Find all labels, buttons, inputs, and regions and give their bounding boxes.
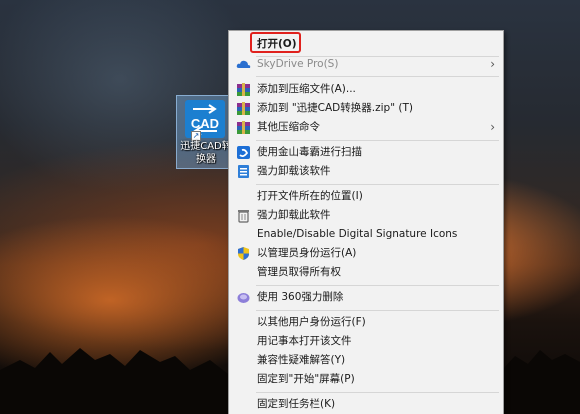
menu-item-run-as-admin[interactable]: 以管理员身份运行(A) [231,244,501,263]
cad-glyph-text: CAD [190,116,220,131]
menu-item-360-force-delete[interactable]: 使用 360强力删除 [231,288,501,307]
menu-item-label: 其他压缩命令 [257,121,320,133]
menu-item-label: 打开文件所在的位置(I) [257,190,363,202]
menu-item-open-file-location[interactable]: 打开文件所在的位置(I) [231,187,501,206]
uac-shield-icon [236,246,251,261]
winrar-icon [236,101,251,116]
menu-item-skydrive-pro[interactable]: SkyDrive Pro(S) › [231,55,501,74]
menu-item-other-compress[interactable]: 其他压缩命令 › [231,118,501,137]
menu-item-label: Enable/Disable Digital Signature Icons [257,228,458,240]
menu-item-compatibility-troubleshoot[interactable]: 兼容性疑难解答(Y) [231,351,501,370]
menu-item-label: 以管理员身份运行(A) [257,247,357,259]
menu-separator [256,392,499,393]
menu-item-label: 以其他用户身份运行(F) [257,316,366,328]
menu-item-label: 强力卸载该软件 [257,165,331,177]
winrar-icon [236,82,251,97]
menu-item-label: 强力卸载此软件 [257,209,331,221]
menu-separator [256,184,499,185]
menu-item-force-uninstall-app[interactable]: 强力卸载该软件 [231,162,501,181]
menu-item-label: 兼容性疑难解答(Y) [257,354,346,366]
submenu-arrow-icon: › [490,120,495,134]
menu-item-label: 添加到 "迅捷CAD转换器.zip" (T) [257,102,413,114]
menu-item-force-uninstall-software[interactable]: 强力卸载此软件 [231,206,501,225]
context-menu: 打开(O) SkyDrive Pro(S) › 添加到压缩文件(A)... 添加… [228,30,504,414]
menu-item-label: 固定到"开始"屏幕(P) [257,373,355,385]
menu-item-open[interactable]: 打开(O) [231,35,501,54]
menu-item-kingsoft-scan[interactable]: 使用金山毒霸进行扫描 [231,143,501,162]
menu-item-label: 使用 360强力删除 [257,291,344,303]
menu-separator [256,76,499,77]
menu-item-label: SkyDrive Pro(S) [257,58,339,70]
menu-item-label: 管理员取得所有权 [257,266,341,278]
menu-item-add-to-zip[interactable]: 添加到 "迅捷CAD转换器.zip" (T) [231,99,501,118]
menu-item-label: 用记事本打开该文件 [257,335,352,347]
menu-separator [256,140,499,141]
cad-converter-shortcut[interactable]: CAD ↗ 迅捷CAD转换器 [176,95,234,169]
menu-item-open-with-notepad[interactable]: 用记事本打开该文件 [231,332,501,351]
menu-separator [256,285,499,286]
kingsoft-antivirus-icon [236,145,251,160]
winrar-icon [236,120,251,135]
menu-item-pin-to-taskbar[interactable]: 固定到任务栏(K) [231,395,501,414]
menu-separator [256,310,499,311]
menu-item-label: 添加到压缩文件(A)... [257,83,356,95]
cloud-icon [236,57,251,72]
submenu-arrow-icon: › [490,57,495,71]
desktop-icon-label: 迅捷CAD转换器 [180,141,232,165]
menu-item-label: 打开(O) [257,38,297,50]
menu-item-label: 固定到任务栏(K) [257,398,336,410]
trash-icon [236,208,251,223]
menu-item-label: 使用金山毒霸进行扫描 [257,146,362,158]
menu-item-take-ownership[interactable]: 管理员取得所有权 [231,263,501,282]
uninstall-icon [236,164,251,179]
menu-item-run-as-other-user[interactable]: 以其他用户身份运行(F) [231,313,501,332]
cad-converter-icon: CAD ↗ [185,100,225,141]
menu-item-pin-to-start[interactable]: 固定到"开始"屏幕(P) [231,370,501,389]
menu-item-digital-signature-icons[interactable]: Enable/Disable Digital Signature Icons [231,225,501,244]
menu-item-add-to-archive[interactable]: 添加到压缩文件(A)... [231,80,501,99]
360-delete-icon [236,290,251,305]
